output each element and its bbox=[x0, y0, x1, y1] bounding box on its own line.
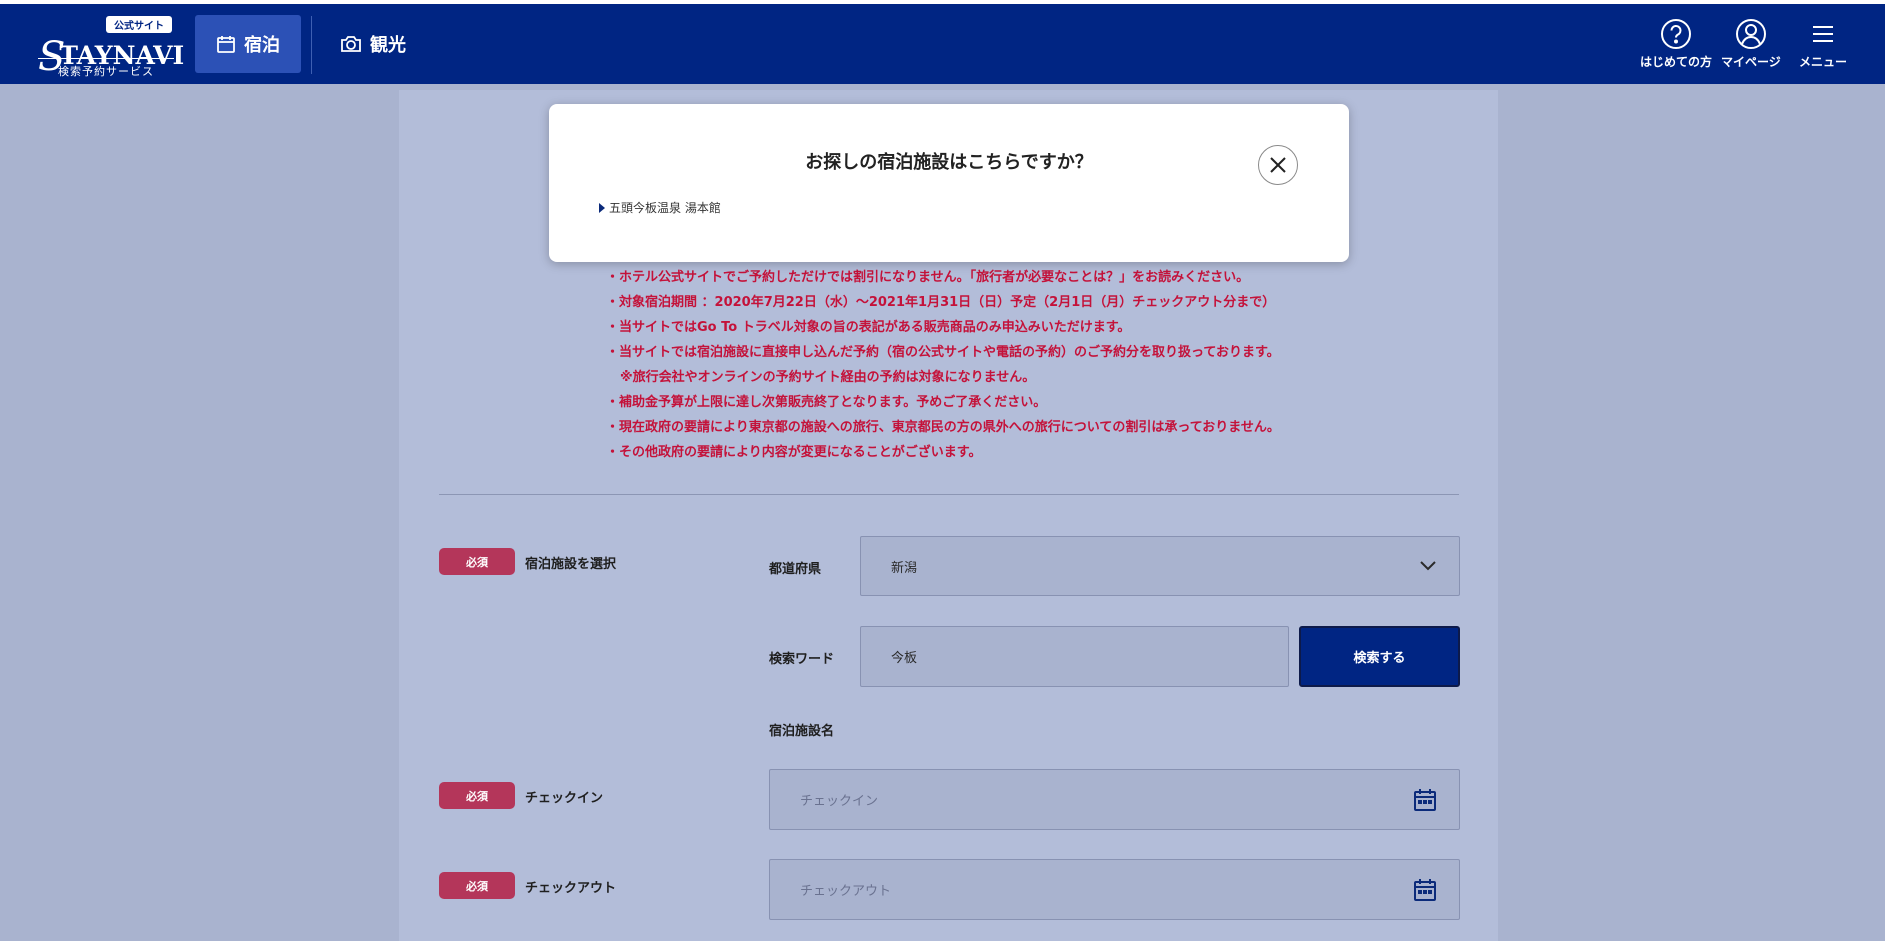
suggestion-link[interactable]: 五頭今板温泉 湯本館 bbox=[599, 199, 721, 216]
tab-stay[interactable]: 宿泊 bbox=[195, 15, 301, 73]
notice-list: ・ホテル公式サイトでご予約しただけでは割引になりません。「旅行者が必要なことは？… bbox=[606, 265, 1280, 465]
checkin-placeholder: チェックイン bbox=[800, 794, 879, 809]
calendar-icon bbox=[216, 34, 236, 54]
search-button[interactable]: 検索する bbox=[1299, 626, 1460, 687]
camera-icon bbox=[340, 34, 362, 54]
mypage-label: マイページ bbox=[1721, 55, 1781, 69]
nav-separator bbox=[311, 16, 312, 74]
tab-stay-label: 宿泊 bbox=[244, 35, 280, 56]
user-circle-icon bbox=[1735, 19, 1766, 49]
checkout-placeholder: チェックアウト bbox=[800, 884, 892, 899]
first-time-link[interactable]: はじめての方 bbox=[1640, 18, 1712, 70]
checkin-label: チェックイン bbox=[525, 791, 604, 806]
first-time-label: はじめての方 bbox=[1640, 55, 1713, 69]
notice-item: ・補助金予算が上限に達し次第販売終了となります。予めご了承ください。 bbox=[606, 395, 1047, 410]
hamburger-menu-icon bbox=[1813, 26, 1833, 42]
chevron-down-icon bbox=[1419, 560, 1437, 572]
facility-name-label: 宿泊施設名 bbox=[769, 724, 835, 739]
required-badge: 必須 bbox=[439, 548, 515, 575]
keyword-value: 今板 bbox=[891, 651, 918, 666]
menu-label: メニュー bbox=[1799, 55, 1848, 69]
notice-item: ・ホテル公式サイトでご予約しただけでは割引になりません。「旅行者が必要なことは？… bbox=[606, 270, 1250, 285]
facility-suggestion-modal: お探しの宿泊施設はこちらですか？ 五頭今板温泉 湯本館 bbox=[549, 104, 1349, 262]
staynavi-logo[interactable]: 公式サイト STAYNAVI 検索予約サービス bbox=[38, 14, 184, 80]
modal-title: お探しの宿泊施設はこちらですか？ bbox=[805, 152, 1093, 173]
checkout-label: チェックアウト bbox=[525, 881, 617, 896]
prefecture-select[interactable]: 新潟 bbox=[860, 536, 1460, 596]
keyword-label: 検索ワード bbox=[769, 652, 835, 667]
calendar-icon[interactable] bbox=[1413, 788, 1437, 812]
notice-item: ・現在政府の要請により東京都の施設への旅行、東京都民の方の県外への旅行についての… bbox=[606, 420, 1280, 435]
question-circle-icon bbox=[1661, 19, 1691, 49]
close-icon bbox=[1270, 157, 1286, 173]
close-button[interactable] bbox=[1258, 145, 1298, 185]
notice-item: ・その他政府の要請により内容が変更になることがございます。 bbox=[606, 445, 982, 460]
checkout-field[interactable]: チェックアウト bbox=[769, 859, 1460, 920]
keyword-input[interactable]: 今板 bbox=[860, 626, 1289, 687]
notice-item: ・当サイトではGo To トラベル対象の旨の表記がある販売商品のみ申込みいただけ… bbox=[606, 320, 1131, 335]
prefecture-value: 新潟 bbox=[891, 560, 918, 576]
site-header: 公式サイト STAYNAVI 検索予約サービス 宿泊 観光 はじめての方 マイペ… bbox=[0, 4, 1885, 84]
section-divider bbox=[439, 494, 1459, 495]
tab-sightseeing-label: 観光 bbox=[370, 35, 406, 56]
notice-item: ※旅行会社やオンラインの予約サイト経由の予約は対象になりません。 bbox=[620, 370, 1036, 385]
checkin-field[interactable]: チェックイン bbox=[769, 769, 1460, 830]
suggestion-label: 五頭今板温泉 湯本館 bbox=[609, 201, 721, 215]
logo-subtitle: 検索予約サービス bbox=[58, 65, 154, 78]
notice-item: ・対象宿泊期間 ：2020年7月22日（水）～2021年1月31日（日）予定（2… bbox=[606, 295, 1276, 310]
notice-item: ・当サイトでは宿泊施設に直接申し込んだ予約（宿の公式サイトや電話の予約）のご予約… bbox=[606, 345, 1280, 360]
menu-button[interactable]: メニュー bbox=[1799, 18, 1847, 70]
mypage-link[interactable]: マイページ bbox=[1721, 18, 1781, 70]
prefecture-label: 都道府県 bbox=[769, 562, 822, 577]
required-badge: 必須 bbox=[439, 782, 515, 809]
required-badge: 必須 bbox=[439, 872, 515, 899]
logo-underline bbox=[38, 58, 174, 59]
calendar-icon[interactable] bbox=[1413, 878, 1437, 902]
triangle-right-icon bbox=[599, 202, 605, 213]
facility-select-label: 宿泊施設を選択 bbox=[525, 557, 617, 572]
tab-sightseeing[interactable]: 観光 bbox=[340, 15, 406, 73]
